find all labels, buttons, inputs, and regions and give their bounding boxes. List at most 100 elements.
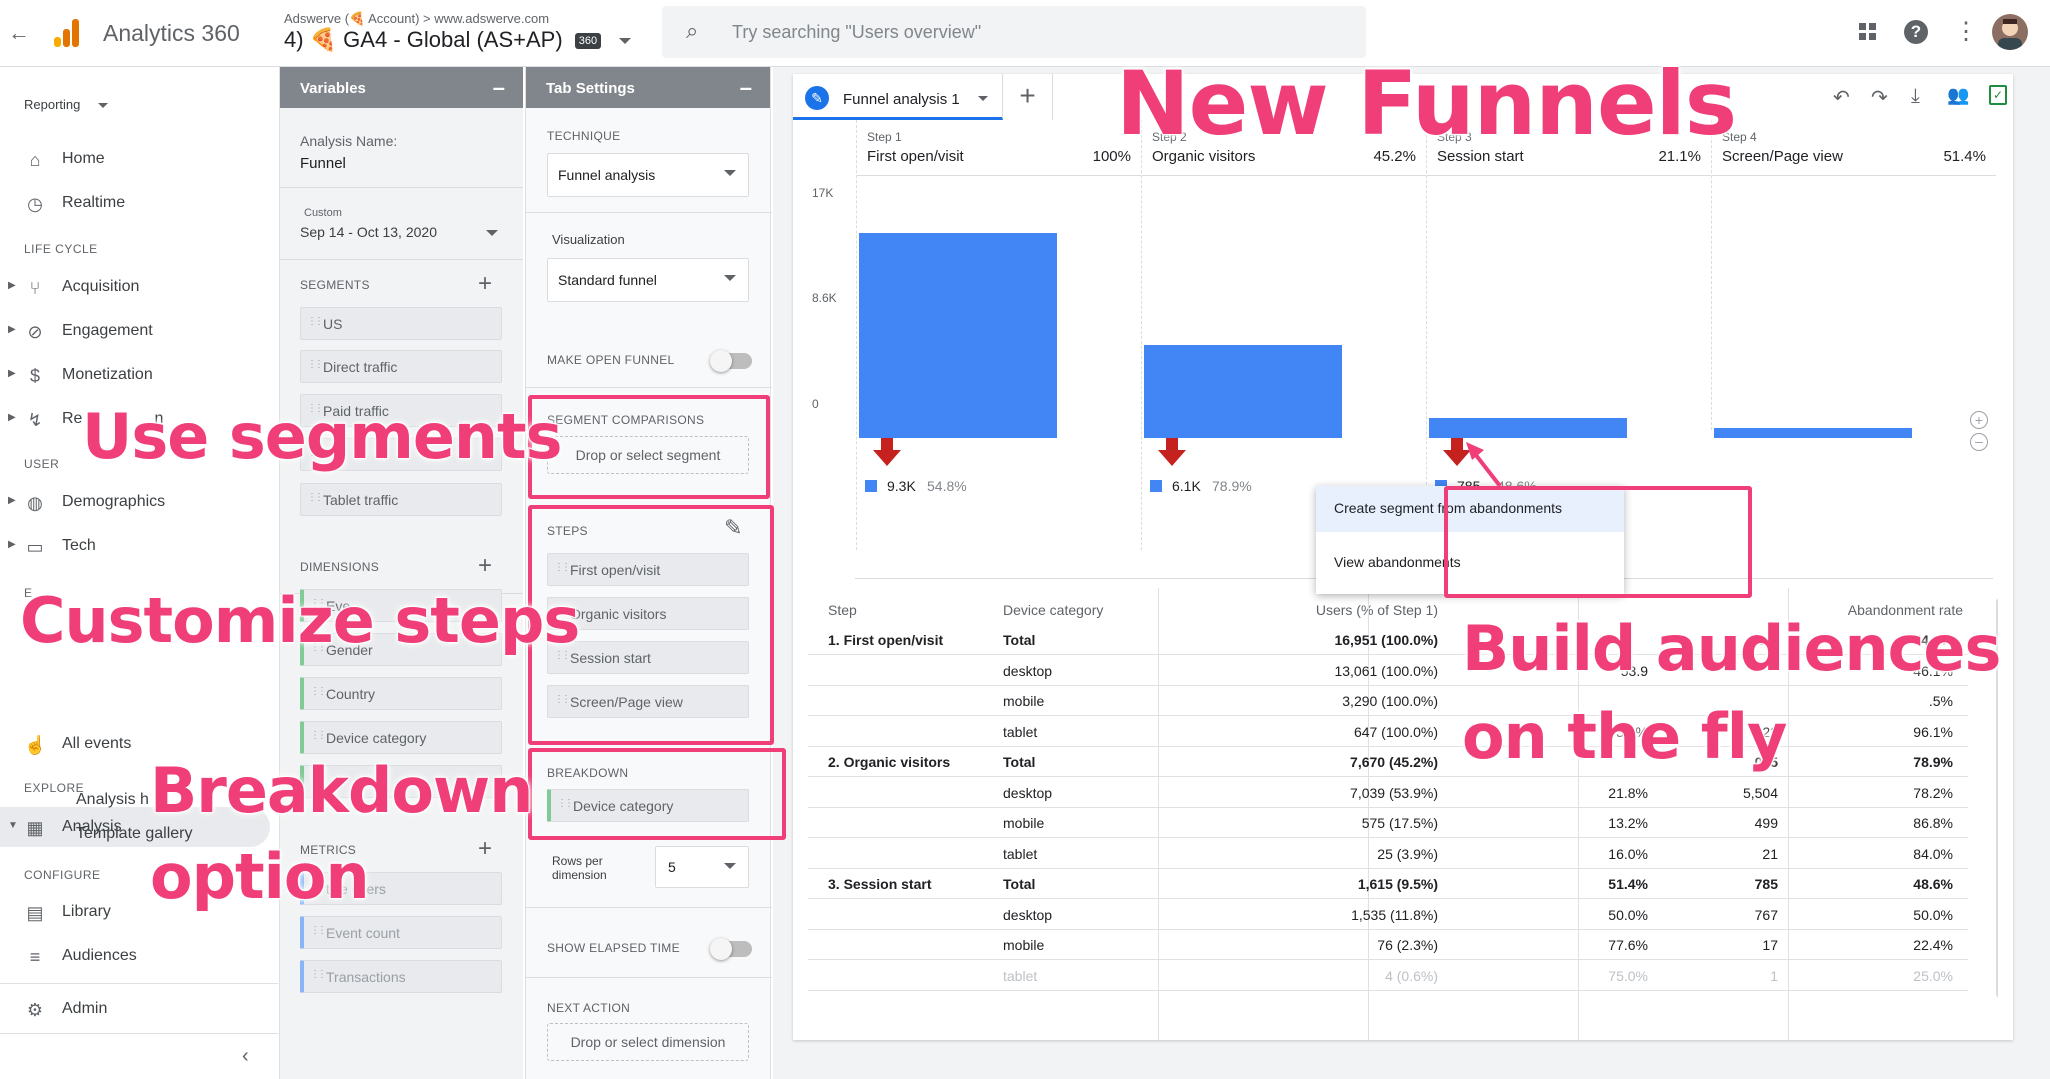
nav-realtime[interactable]: ◷ Realtime bbox=[0, 183, 270, 223]
badge-360: 360 bbox=[574, 33, 602, 50]
row-divider bbox=[808, 989, 1968, 991]
row-divider bbox=[808, 898, 1968, 899]
nav-monetization-label: Monetization bbox=[62, 366, 153, 383]
technique-value: Funnel analysis bbox=[558, 167, 656, 183]
apps-grid-icon[interactable] bbox=[1858, 22, 1878, 42]
zoom-in-icon[interactable]: + bbox=[1970, 411, 1988, 429]
rows-per-dimension-select[interactable]: 5 bbox=[655, 846, 749, 888]
funnel-bar[interactable] bbox=[1429, 418, 1627, 438]
add-segment-icon[interactable]: + bbox=[478, 270, 492, 298]
abandonment-count: 6.1K bbox=[1172, 478, 1201, 494]
divider bbox=[0, 983, 278, 984]
open-funnel-label: MAKE OPEN FUNNEL bbox=[547, 353, 675, 367]
search-bar[interactable]: ⌕ Try searching "Users overview" bbox=[662, 6, 1366, 58]
divider bbox=[526, 212, 772, 213]
step-cell: 1. First open/visit bbox=[828, 632, 944, 648]
elapsed-time-toggle[interactable] bbox=[710, 938, 752, 960]
technique-label: TECHNIQUE bbox=[547, 129, 621, 143]
nav-engagement[interactable]: ▶ ⊘ Engagement bbox=[0, 311, 270, 351]
chevron-down-icon bbox=[619, 38, 632, 45]
collapse-nav-icon[interactable]: ‹ bbox=[242, 1045, 249, 1068]
account-breadcrumb[interactable]: Adswerve (🍕 Account) > www.adswerve.com bbox=[284, 11, 549, 27]
nav-home[interactable]: ⌂ Home bbox=[0, 139, 270, 179]
nav-analysis-hub[interactable]: Analysis h bbox=[76, 791, 149, 809]
abandonment-rate: 78.9% bbox=[1212, 478, 1252, 494]
search-icon: ⌕ bbox=[686, 18, 699, 43]
date-range-picker[interactable]: Sep 14 - Oct 13, 2020 bbox=[300, 224, 510, 246]
callout-breakdown: Breakdown bbox=[149, 753, 534, 828]
analytics-logo-icon bbox=[52, 17, 82, 49]
nav-demographics[interactable]: ▶ ◍ Demographics bbox=[0, 482, 270, 522]
add-tab-icon[interactable]: + bbox=[1003, 74, 1053, 120]
funnel-step-column: Step 4 Screen/Page view 51.4% bbox=[1711, 120, 1996, 438]
open-funnel-toggle[interactable] bbox=[710, 350, 752, 372]
expand-arrow-icon: ▶ bbox=[8, 539, 16, 550]
tab-funnel-analysis[interactable]: ✎ Funnel analysis 1 bbox=[793, 74, 1003, 120]
technique-select[interactable]: Funnel analysis bbox=[547, 153, 749, 197]
step-number: Step 1 bbox=[867, 130, 902, 144]
pencil-circle-icon: ✎ bbox=[805, 86, 829, 110]
redo-icon[interactable]: ↷ bbox=[1871, 85, 1888, 110]
segment-chip[interactable]: Direct traffic bbox=[300, 350, 502, 383]
funnel-bar[interactable] bbox=[859, 232, 1057, 438]
abandonment-arrow-icon[interactable] bbox=[1158, 438, 1186, 468]
col-device: Device category bbox=[1003, 602, 1104, 618]
nav-audiences[interactable]: ≡ Audiences bbox=[0, 936, 270, 976]
dimension-chip[interactable]: Country bbox=[300, 677, 502, 710]
more-vert-icon[interactable]: ⋮ bbox=[1954, 17, 1978, 46]
zoom-out-icon[interactable]: – bbox=[1970, 433, 1988, 451]
abandonment-arrow-icon[interactable] bbox=[873, 438, 901, 468]
variables-header: Variables – bbox=[280, 67, 523, 108]
download-icon[interactable]: ⤓ bbox=[1911, 85, 1920, 108]
property-name: 4) 🍕 GA4 - Global (AS+AP) bbox=[284, 27, 563, 52]
section-configure: CONFIGURE bbox=[24, 868, 101, 882]
dimension-chip[interactable]: Device category bbox=[300, 721, 502, 754]
rows-per-dimension-label: Rows per dimension bbox=[552, 854, 607, 882]
visualization-select[interactable]: Standard funnel bbox=[547, 258, 749, 302]
users-cell: 7,670 (45.2%) bbox=[1350, 754, 1438, 770]
nav-demographics-label: Demographics bbox=[62, 493, 166, 510]
search-input[interactable]: Try searching "Users overview" bbox=[732, 22, 981, 43]
help-icon[interactable]: ? bbox=[1904, 20, 1928, 44]
tab-label: Funnel analysis 1 bbox=[843, 91, 960, 108]
nav-admin[interactable]: ⚙ Admin bbox=[0, 989, 270, 1029]
rows-label-2: dimension bbox=[552, 868, 607, 882]
row-divider bbox=[808, 745, 1968, 747]
add-dimension-icon[interactable]: + bbox=[478, 552, 492, 580]
saved-check-icon[interactable]: ✓ bbox=[1989, 85, 2007, 105]
chevron-down-icon bbox=[724, 170, 736, 176]
chevron-down-icon bbox=[98, 103, 108, 109]
undo-icon[interactable]: ↶ bbox=[1833, 85, 1850, 110]
analysis-name-input[interactable]: Funnel bbox=[300, 155, 346, 172]
next-action-drop-zone[interactable]: Drop or select dimension bbox=[547, 1023, 749, 1061]
chevron-down-icon bbox=[724, 275, 736, 281]
nav-tech[interactable]: ▶ ▭ Tech bbox=[0, 526, 270, 566]
segment-chip[interactable]: Tablet traffic bbox=[300, 483, 502, 516]
share-users-icon[interactable]: 👥 bbox=[1947, 85, 1969, 106]
divider bbox=[280, 187, 523, 188]
next-action-label: NEXT ACTION bbox=[547, 1001, 631, 1015]
abandonments-cell: 1 bbox=[1770, 967, 1778, 984]
nav-acquisition-label: Acquisition bbox=[62, 278, 140, 295]
chevron-down-icon bbox=[486, 230, 498, 236]
funnel-bar[interactable] bbox=[1714, 427, 1912, 438]
abandon-rate-cell: 78.2% bbox=[1913, 784, 1953, 801]
touch-icon: ☝ bbox=[24, 735, 47, 755]
property-selector[interactable]: 4) 🍕 GA4 - Global (AS+AP) 360 bbox=[284, 27, 632, 57]
minimize-icon[interactable]: – bbox=[493, 75, 505, 101]
reporting-dropdown[interactable]: Reporting bbox=[24, 97, 108, 112]
nav-monetization[interactable]: ▶ $ Monetization bbox=[0, 355, 270, 395]
minimize-icon[interactable]: – bbox=[740, 75, 752, 101]
metric-chip[interactable]: Transactions bbox=[300, 960, 502, 993]
segment-chip[interactable]: US bbox=[300, 307, 502, 340]
nav-retention-label: Re bbox=[62, 410, 83, 427]
pointer-arrow-icon bbox=[1462, 440, 1508, 490]
metric-chip[interactable]: Event count bbox=[300, 916, 502, 949]
visualization-value: Standard funnel bbox=[558, 272, 657, 288]
nav-acquisition[interactable]: ▶ ⑂ Acquisition bbox=[0, 267, 270, 307]
add-metric-icon[interactable]: + bbox=[478, 835, 492, 863]
avatar[interactable] bbox=[1992, 14, 2028, 50]
callout-on-the-fly: on the fly bbox=[1461, 699, 1788, 774]
funnel-bar[interactable] bbox=[1144, 345, 1342, 438]
back-arrow-icon[interactable]: ← bbox=[8, 20, 30, 46]
